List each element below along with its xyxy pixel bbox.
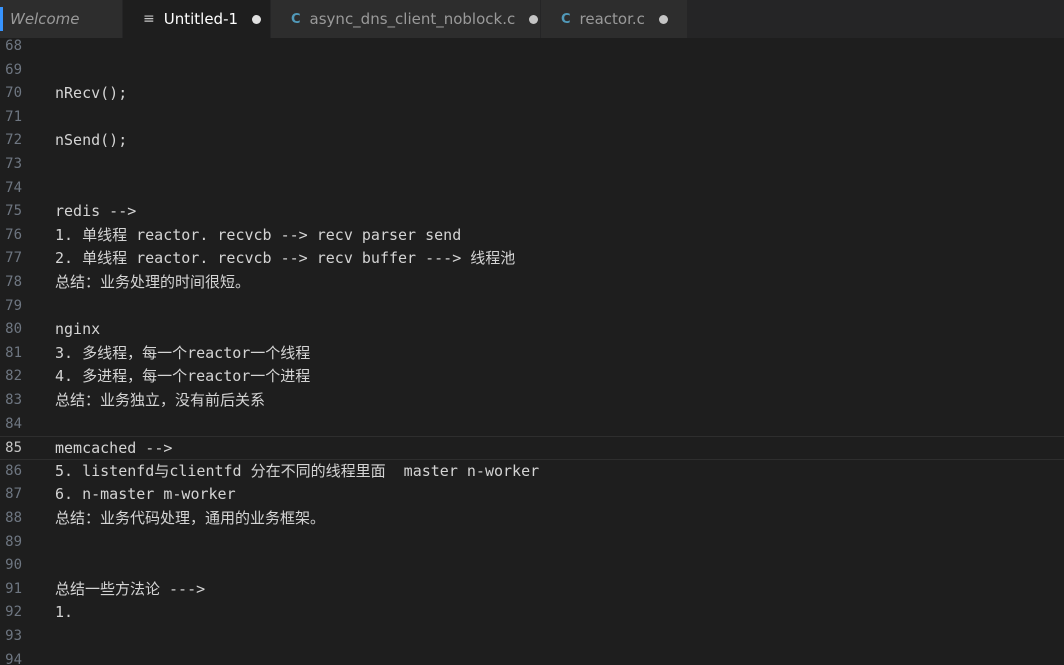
line-number: 79 [5,297,22,314]
code-text: 总结：业务代码处理，通用的业务框架。 [55,509,326,527]
line-number: 81 [5,344,22,361]
line-number: 88 [5,510,22,526]
line-number: 93 [5,628,22,644]
code-text: 1. 单线程 reactor. recvcb --> recv parser s… [55,225,462,244]
line-number: 82 [5,368,22,385]
line-number: 76 [5,226,22,243]
tab-welcome[interactable]: Welcome [0,0,123,38]
code-line[interactable]: 88 总结：业务代码处理，通用的业务框架。 [0,507,1064,531]
code-line[interactable]: 90 [0,554,1064,578]
code-line[interactable]: 93 [0,625,1064,649]
line-number: 72 [5,132,22,149]
editor-area[interactable]: 68 69 70 nRecv(); 71 72 nSend(); 73 74 75 redis --… [0,38,1064,665]
line-number: 90 [5,557,22,574]
line-number: 80 [5,321,22,338]
code-line[interactable]: 87 6. n-master m-worker [0,483,1064,507]
line-number: 83 [5,392,22,408]
tab-async-dns-client-noblock[interactable]: C async_dns_client_noblock.c [271,0,541,38]
line-number: 74 [5,179,22,196]
line-number: 75 [5,203,22,220]
code-line[interactable]: 75 redis --> [0,200,1064,224]
code-line[interactable]: 94 [0,649,1064,665]
code-line[interactable]: 77 2. 单线程 reactor. recvcb --> recv buffer… [0,247,1064,271]
code-line[interactable]: 89 [0,531,1064,555]
code-text: nginx [55,320,101,339]
code-line[interactable]: 85 memcached --> [0,436,1064,460]
line-number: 70 [5,85,22,102]
line-number: 69 [5,61,22,78]
tab-welcome-label: Welcome [10,10,80,28]
code-text: 1. [55,603,74,622]
line-number: 68 [5,38,22,54]
code-text: 总结：业务处理的时间很短。 [55,273,251,291]
code-line[interactable]: 91 总结一些方法论 ---> [0,578,1064,602]
c-file-icon: C [561,11,571,27]
code-line[interactable]: 73 [0,153,1064,177]
code-line[interactable]: 81 3. 多线程，每一个reactor一个线程 [0,342,1064,366]
code-line[interactable]: 78 总结：业务处理的时间很短。 [0,271,1064,295]
line-number: 87 [5,486,22,503]
line-number: 71 [5,108,22,125]
code-line[interactable]: 83 总结：业务独立，没有前后关系 [0,389,1064,413]
line-number: 86 [5,462,22,479]
code-line[interactable]: 69 [0,59,1064,83]
line-number: 92 [5,604,22,621]
code-text: 总结一些方法论 ---> [55,579,206,598]
code-line[interactable]: 71 [0,106,1064,130]
code-text: memcached --> [55,439,173,458]
code-line[interactable]: 68 [0,38,1064,59]
code-text: 5. listenfd与clientfd 分在不同的线程里面 master n-… [55,461,540,480]
line-number: 77 [5,250,22,267]
code-text: 总结：业务独立，没有前后关系 [55,391,266,409]
tab-reactor-label: reactor.c [579,10,645,28]
line-number: 84 [5,415,22,432]
code-text: redis --> [55,202,137,221]
code-text: 6. n-master m-worker [55,485,236,504]
line-number: 94 [5,651,22,665]
code-text: 2. 单线程 reactor. recvcb --> recv buffer -… [55,249,516,268]
unsaved-dot-icon[interactable] [658,14,668,24]
code-line[interactable]: 92 1. [0,601,1064,625]
code-line[interactable]: 72 nSend(); [0,129,1064,153]
code-text: 3. 多线程，每一个reactor一个线程 [55,343,311,362]
code-line[interactable]: 86 5. listenfd与clientfd 分在不同的线程里面 master … [0,460,1064,484]
code-text: nRecv(); [55,84,128,103]
unsaved-dot-icon[interactable] [529,14,539,24]
code-text: 4. 多进程，每一个reactor一个进程 [55,367,311,386]
unsaved-dot-icon[interactable] [252,14,262,24]
code-line[interactable]: 82 4. 多进程，每一个reactor一个进程 [0,365,1064,389]
code-line[interactable]: 74 [0,177,1064,201]
code-line[interactable]: 79 [0,295,1064,319]
text-file-icon: ≡ [143,11,155,27]
tab-reactor[interactable]: C reactor.c [541,0,688,38]
tab-async-dns-client-noblock-label: async_dns_client_noblock.c [309,10,516,28]
line-number: 85 [5,440,22,457]
line-number: 73 [5,156,22,172]
c-file-icon: C [291,11,301,27]
line-number: 91 [5,580,22,597]
line-number: 78 [5,274,22,290]
code-line[interactable]: 80 nginx [0,318,1064,342]
code-line[interactable]: 76 1. 单线程 reactor. recvcb --> recv parser… [0,224,1064,248]
tab-bar: Welcome ≡ Untitled-1 C async_dns_client_… [0,0,1064,38]
tab-untitled-1[interactable]: ≡ Untitled-1 [123,0,271,38]
code-line[interactable]: 84 [0,413,1064,437]
line-number: 89 [5,533,22,550]
tab-untitled-1-label: Untitled-1 [163,10,239,28]
code-line[interactable]: 70 nRecv(); [0,82,1064,106]
code-text: nSend(); [55,131,128,150]
